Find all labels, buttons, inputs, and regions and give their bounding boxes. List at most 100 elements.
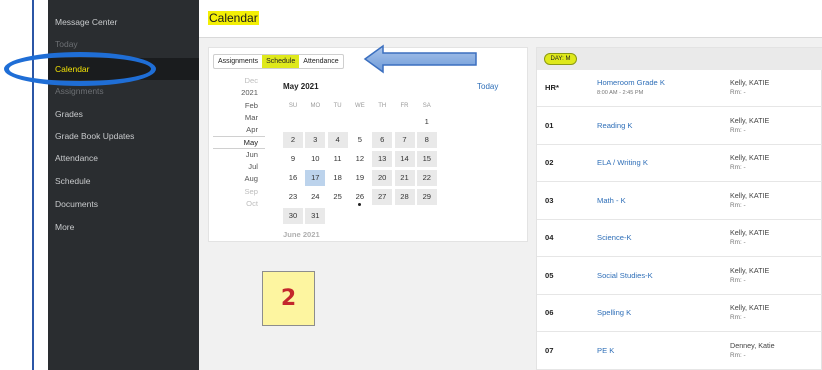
month-item[interactable]: May bbox=[213, 136, 265, 149]
tab-attendance[interactable]: Attendance bbox=[299, 55, 342, 68]
month-item[interactable]: Sep bbox=[213, 186, 265, 198]
room-label: Rm: - bbox=[730, 89, 746, 96]
calendar-day[interactable]: 20 bbox=[372, 170, 393, 186]
month-item[interactable]: Jul bbox=[213, 161, 265, 173]
sidebar-item[interactable]: Documents bbox=[48, 193, 199, 215]
calendar-day[interactable]: 3 bbox=[305, 132, 326, 148]
calendar-day[interactable]: 27 bbox=[372, 189, 393, 205]
day-badge: DAY: M bbox=[544, 53, 577, 65]
calendar-day[interactable]: 23 bbox=[283, 189, 303, 205]
course-link[interactable]: ELA / Writing K bbox=[597, 158, 648, 167]
month-item[interactable]: Apr bbox=[213, 124, 265, 136]
room-label: Rm: - bbox=[730, 276, 746, 284]
today-link[interactable]: Today bbox=[477, 82, 498, 91]
calendar-day[interactable]: 21 bbox=[394, 170, 415, 186]
calendar-day[interactable]: 5 bbox=[350, 132, 370, 148]
calendar-day[interactable]: 2 bbox=[283, 132, 303, 148]
teacher-name: Kelly, KATIE bbox=[730, 78, 770, 87]
month-item[interactable]: Jun bbox=[213, 149, 265, 161]
view-tab-group: Assignments Schedule Attendance bbox=[213, 54, 344, 69]
sidebar-item[interactable]: Message Center bbox=[48, 11, 199, 33]
month-item[interactable]: Aug bbox=[213, 173, 265, 185]
calendar-day[interactable]: 6 bbox=[372, 132, 393, 148]
calendar-day[interactable]: 25 bbox=[328, 189, 348, 205]
course-time: 8:00 AM - 2:45 PM bbox=[597, 90, 644, 96]
month-item[interactable]: Mar bbox=[213, 112, 265, 124]
weekday-header: FR bbox=[400, 103, 409, 109]
teacher-name: Kelly, KATIE bbox=[730, 265, 770, 275]
course-link[interactable]: Homeroom Grade K bbox=[597, 78, 665, 87]
weekday-header: TU bbox=[333, 103, 342, 109]
room-label: Rm: - bbox=[730, 164, 746, 171]
teacher-name: Kelly, KATIE bbox=[730, 153, 770, 162]
tab-assignments[interactable]: Assignments bbox=[214, 55, 262, 68]
month-list: Dec 2021 Feb Mar Apr May Jun Jul Aug Sep Oct bbox=[213, 75, 265, 210]
calendar-day[interactable]: 12 bbox=[350, 151, 370, 167]
calendar-day[interactable]: 14 bbox=[394, 151, 415, 167]
main-area: Calendar Assignments Schedule Attendance D… bbox=[199, 0, 822, 370]
period-label: 01 bbox=[545, 120, 554, 130]
arrow-left-icon bbox=[363, 44, 477, 74]
period-label: 02 bbox=[545, 158, 554, 167]
schedule-row: 05 Social Studies-K Kelly, KATIE Rm: - bbox=[537, 258, 822, 295]
teacher-name: Kelly, KATIE bbox=[730, 190, 770, 200]
schedule-row: 07 PE K Denney, Katie Rm: - bbox=[537, 333, 822, 370]
calendar-day[interactable]: 13 bbox=[372, 151, 393, 167]
course-link[interactable]: Science-K bbox=[597, 233, 632, 242]
month-title: May 2021 bbox=[283, 82, 319, 91]
month-item[interactable]: Dec bbox=[213, 75, 265, 87]
calendar-day[interactable]: 24 bbox=[305, 189, 325, 205]
calendar-day[interactable]: 30 bbox=[283, 208, 303, 224]
schedule-day-header: DAY: M bbox=[537, 48, 822, 70]
month-item[interactable]: Feb bbox=[213, 100, 265, 112]
room-label: Rm: - bbox=[730, 239, 746, 246]
calendar-day[interactable]: 17 bbox=[305, 170, 326, 186]
sidebar-item[interactable]: Schedule bbox=[48, 170, 199, 192]
course-link[interactable]: Social Studies-K bbox=[597, 271, 653, 280]
calendar-day[interactable]: 4 bbox=[327, 132, 348, 148]
weekday-header: TH bbox=[378, 103, 387, 109]
calendar-day[interactable]: 8 bbox=[416, 132, 437, 148]
schedule-row: HR* Homeroom Grade K 8:00 AM - 2:45 PM Kell… bbox=[537, 70, 822, 107]
calendar-day[interactable]: 7 bbox=[394, 132, 415, 148]
calendar-day[interactable]: 10 bbox=[305, 151, 325, 167]
next-month-label: June 2021 bbox=[283, 230, 320, 239]
sidebar-item[interactable]: More bbox=[48, 216, 199, 238]
room-label: Rm: - bbox=[730, 126, 746, 134]
calendar-day[interactable]: 28 bbox=[394, 189, 415, 205]
calendar-day[interactable]: 16 bbox=[283, 170, 303, 186]
sidebar-item[interactable]: Grades bbox=[48, 103, 199, 125]
page-title: Calendar bbox=[208, 11, 259, 25]
room-label: Rm: - bbox=[730, 314, 746, 321]
course-link[interactable]: Spelling K bbox=[597, 308, 631, 317]
calendar-day[interactable]: 29 bbox=[416, 189, 437, 205]
weekday-header: SA bbox=[422, 103, 431, 109]
calendar-day[interactable]: 11 bbox=[328, 151, 348, 167]
calendar-day[interactable]: 19 bbox=[350, 170, 370, 186]
calendar-day[interactable]: 1 bbox=[417, 114, 437, 130]
course-link[interactable]: Reading K bbox=[597, 121, 632, 130]
calendar-day[interactable]: 31 bbox=[305, 208, 326, 224]
calendar-day[interactable]: 9 bbox=[283, 151, 303, 167]
room-label: Rm: - bbox=[730, 351, 746, 359]
teacher-name: Kelly, KATIE bbox=[730, 115, 770, 125]
weekday-header: SU bbox=[288, 103, 298, 109]
schedule-row: 04 Science-K Kelly, KATIE Rm: - bbox=[537, 220, 822, 257]
period-label: 07 bbox=[545, 345, 554, 355]
course-link[interactable]: PE K bbox=[597, 346, 614, 355]
teacher-name: Kelly, KATIE bbox=[730, 303, 770, 312]
course-link[interactable]: Math - K bbox=[597, 196, 626, 205]
sidebar-item[interactable]: Grade Book Updates bbox=[48, 125, 199, 147]
schedule-row: 02 ELA / Writing K Kelly, KATIE Rm: - bbox=[537, 145, 822, 182]
month-item[interactable]: Oct bbox=[213, 198, 265, 210]
title-bar: Calendar bbox=[199, 0, 822, 38]
calendar-day[interactable]: 18 bbox=[328, 170, 348, 186]
month-item: 2021 bbox=[241, 88, 258, 98]
sidebar-item[interactable]: Attendance bbox=[48, 147, 199, 169]
calendar-day[interactable]: 15 bbox=[416, 151, 437, 167]
calendar-highlight-ellipse bbox=[4, 52, 156, 86]
period-label: 04 bbox=[545, 233, 554, 242]
calendar-day[interactable]: 22 bbox=[416, 170, 437, 186]
tab-schedule[interactable]: Schedule bbox=[262, 55, 300, 68]
calendar-card: Assignments Schedule Attendance Dec 2021 Feb… bbox=[208, 47, 528, 242]
